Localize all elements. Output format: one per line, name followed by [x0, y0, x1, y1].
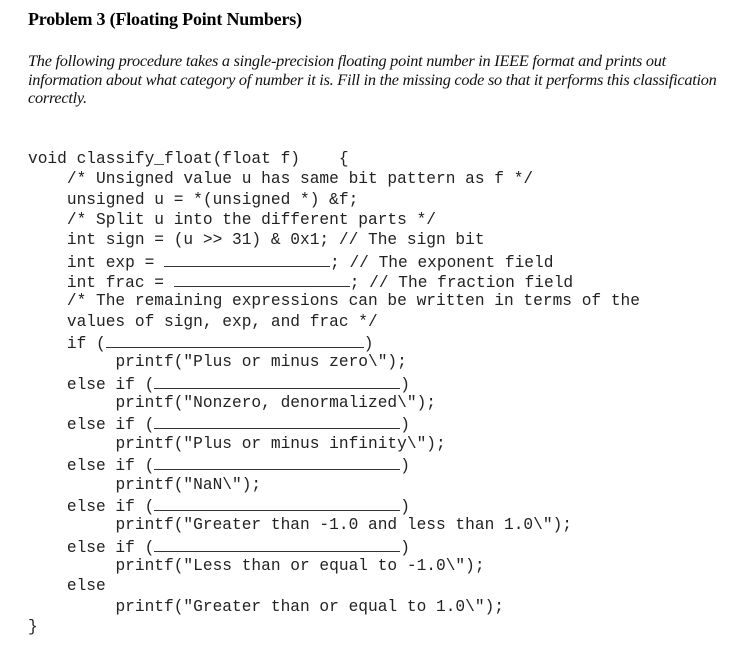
condition-denormalized: else if () [28, 373, 640, 394]
closing-brace-text: } [28, 617, 38, 636]
printf-statement: printf("Plus or minus zero\"); [115, 353, 407, 372]
function-signature: void classify_float(float f) { [28, 150, 349, 168]
else-if-keyword: else if ( [66, 416, 155, 435]
printf-statement: printf("NaN\"); [115, 475, 262, 494]
statement-text: unsigned u = *(unsigned *) &f; [66, 190, 359, 209]
branch-denormalized: printf("Nonzero, denormalized\"); [28, 393, 640, 413]
printf-statement: printf("Nonzero, denormalized\"); [115, 394, 437, 413]
else-if-keyword: else if ( [66, 497, 155, 516]
code-block: void classify_float(float f) { /* Unsign… [28, 149, 640, 637]
problem-description: The following procedure takes a single-p… [28, 51, 717, 107]
branch-less-or-equal-minus-one: printf("Less than or equal to -1.0\"); [28, 556, 640, 576]
condition-infinity: else if () [28, 413, 640, 435]
printf-statement: printf("Plus or minus infinity\"); [115, 434, 446, 453]
code-comment-remaining-2: values of sign, exp, and frac */ [28, 312, 640, 332]
comment-text: /* The remaining expressions can be writ… [66, 292, 640, 311]
branch-zero: printf("Plus or minus zero\"); [28, 352, 640, 372]
less-equal-condition-blank[interactable] [154, 536, 401, 552]
code-comment-unsigned: /* Unsigned value u has same bit pattern… [28, 169, 640, 189]
code-frac-declaration: int frac = ; // The fraction field [28, 271, 640, 293]
code-exp-declaration: int exp = ; // The exponent field [28, 251, 640, 272]
frac-answer-blank[interactable] [173, 271, 350, 288]
condition-nan: else if () [28, 454, 640, 476]
else-clause: else [28, 576, 640, 596]
branch-nan: printf("NaN\"); [28, 475, 640, 495]
close-paren: ) [400, 538, 411, 557]
close-paren: ) [400, 457, 411, 476]
close-paren: ) [363, 335, 374, 354]
printf-statement: printf("Greater than -1.0 and less than … [115, 516, 572, 535]
code-sign-declaration: int sign = (u >> 31) & 0x1; // The sign … [28, 230, 640, 250]
branch-between-minus-one-and-one: printf("Greater than -1.0 and less than … [28, 515, 640, 535]
comment-text: /* Split u into the different parts */ [66, 211, 436, 230]
close-paren: ) [400, 375, 411, 394]
code-comment-remaining-1: /* The remaining expressions can be writ… [28, 291, 640, 311]
exp-answer-blank[interactable] [164, 251, 331, 267]
exp-prefix: int exp = [66, 253, 165, 272]
nan-condition-blank[interactable] [154, 454, 401, 471]
comment-text: /* Unsigned value u has same bit pattern… [66, 170, 534, 189]
closing-brace: } [28, 617, 640, 637]
close-paren: ) [400, 416, 411, 435]
between-condition-blank[interactable] [154, 495, 401, 511]
statement-text: int sign = (u >> 31) & 0x1; // The sign … [66, 231, 485, 250]
frac-suffix: ; // The fraction field [349, 274, 574, 293]
denormalized-condition-blank[interactable] [154, 373, 401, 389]
if-keyword: if ( [66, 335, 106, 354]
branch-infinity: printf("Plus or minus infinity\"); [28, 434, 640, 454]
else-keyword: else [66, 577, 106, 596]
close-paren: ) [400, 497, 411, 516]
else-if-keyword: else if ( [66, 457, 155, 476]
comment-text: values of sign, exp, and frac */ [66, 312, 378, 331]
condition-zero: if () [28, 332, 640, 354]
code-unsigned-declaration: unsigned u = *(unsigned *) &f; [28, 190, 640, 210]
zero-condition-blank[interactable] [105, 332, 364, 349]
printf-statement: printf("Greater than or equal to 1.0\"); [115, 597, 505, 616]
code-comment-split: /* Split u into the different parts */ [28, 210, 640, 230]
printf-statement: printf("Less than or equal to -1.0\"); [115, 556, 485, 575]
condition-between-minus-one-and-one: else if () [28, 495, 640, 516]
frac-prefix: int frac = [66, 274, 174, 293]
condition-less-or-equal-minus-one: else if () [28, 536, 640, 557]
else-if-keyword: else if ( [66, 375, 155, 394]
problem-title: Problem 3 (Floating Point Numbers) [28, 9, 302, 29]
infinity-condition-blank[interactable] [154, 413, 401, 430]
branch-greater-or-equal-one: printf("Greater than or equal to 1.0\"); [28, 597, 640, 617]
else-if-keyword: else if ( [66, 538, 155, 557]
exp-suffix: ; // The exponent field [330, 253, 554, 272]
